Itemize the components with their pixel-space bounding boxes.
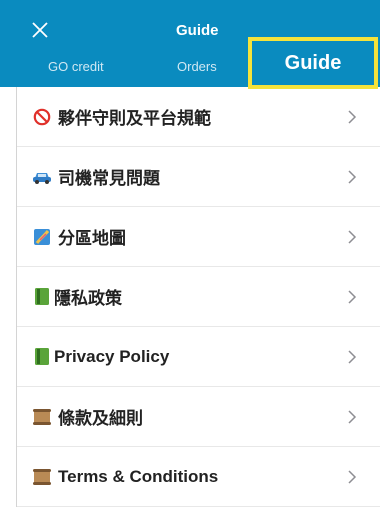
list-item-label: 條款及細則: [58, 409, 143, 428]
list-item-partner-rules[interactable]: 夥伴守則及平台規範: [17, 87, 380, 147]
guide-list: 夥伴守則及平台規範 司機常見問題 分區地圖 隱私政策 Privacy Polic…: [16, 87, 380, 507]
tab-orders[interactable]: Orders: [177, 59, 217, 74]
chevron-right-icon: [348, 109, 357, 124]
list-item-district-map[interactable]: 分區地圖: [17, 207, 380, 267]
close-icon[interactable]: [30, 20, 50, 40]
list-item-terms-zh[interactable]: 條款及細則: [17, 387, 380, 447]
list-item-driver-faq[interactable]: 司機常見問題: [17, 147, 380, 207]
car-icon: [32, 168, 52, 186]
chevron-right-icon: [348, 349, 357, 364]
chevron-right-icon: [348, 469, 357, 484]
list-item-label: Privacy Policy: [54, 346, 170, 366]
scroll-icon: [32, 408, 52, 426]
book-icon: [32, 288, 52, 306]
list-item-label: Terms & Conditions: [58, 466, 219, 486]
page-title: Guide: [176, 22, 219, 39]
chevron-right-icon: [348, 289, 357, 304]
list-item-label: 夥伴守則及平台規範: [58, 109, 211, 128]
chevron-right-icon: [348, 409, 357, 424]
list-item-label: 隱私政策: [54, 289, 122, 308]
header-bar: Guide GO credit Orders Guide: [0, 0, 380, 89]
prohibited-icon: [32, 108, 52, 126]
chevron-right-icon: [348, 229, 357, 244]
list-item-terms-en[interactable]: Terms & Conditions: [17, 447, 380, 507]
map-icon: [32, 228, 52, 246]
list-item-privacy-en[interactable]: Privacy Policy: [17, 327, 380, 387]
tab-guide[interactable]: Guide: [248, 37, 378, 89]
list-item-label: 分區地圖: [58, 229, 126, 248]
list-item-label: 司機常見問題: [58, 169, 160, 188]
scroll-icon: [32, 468, 52, 486]
tab-go-credit[interactable]: GO credit: [48, 59, 104, 74]
chevron-right-icon: [348, 169, 357, 184]
list-item-privacy-zh[interactable]: 隱私政策: [17, 267, 380, 327]
book-icon: [32, 348, 52, 366]
